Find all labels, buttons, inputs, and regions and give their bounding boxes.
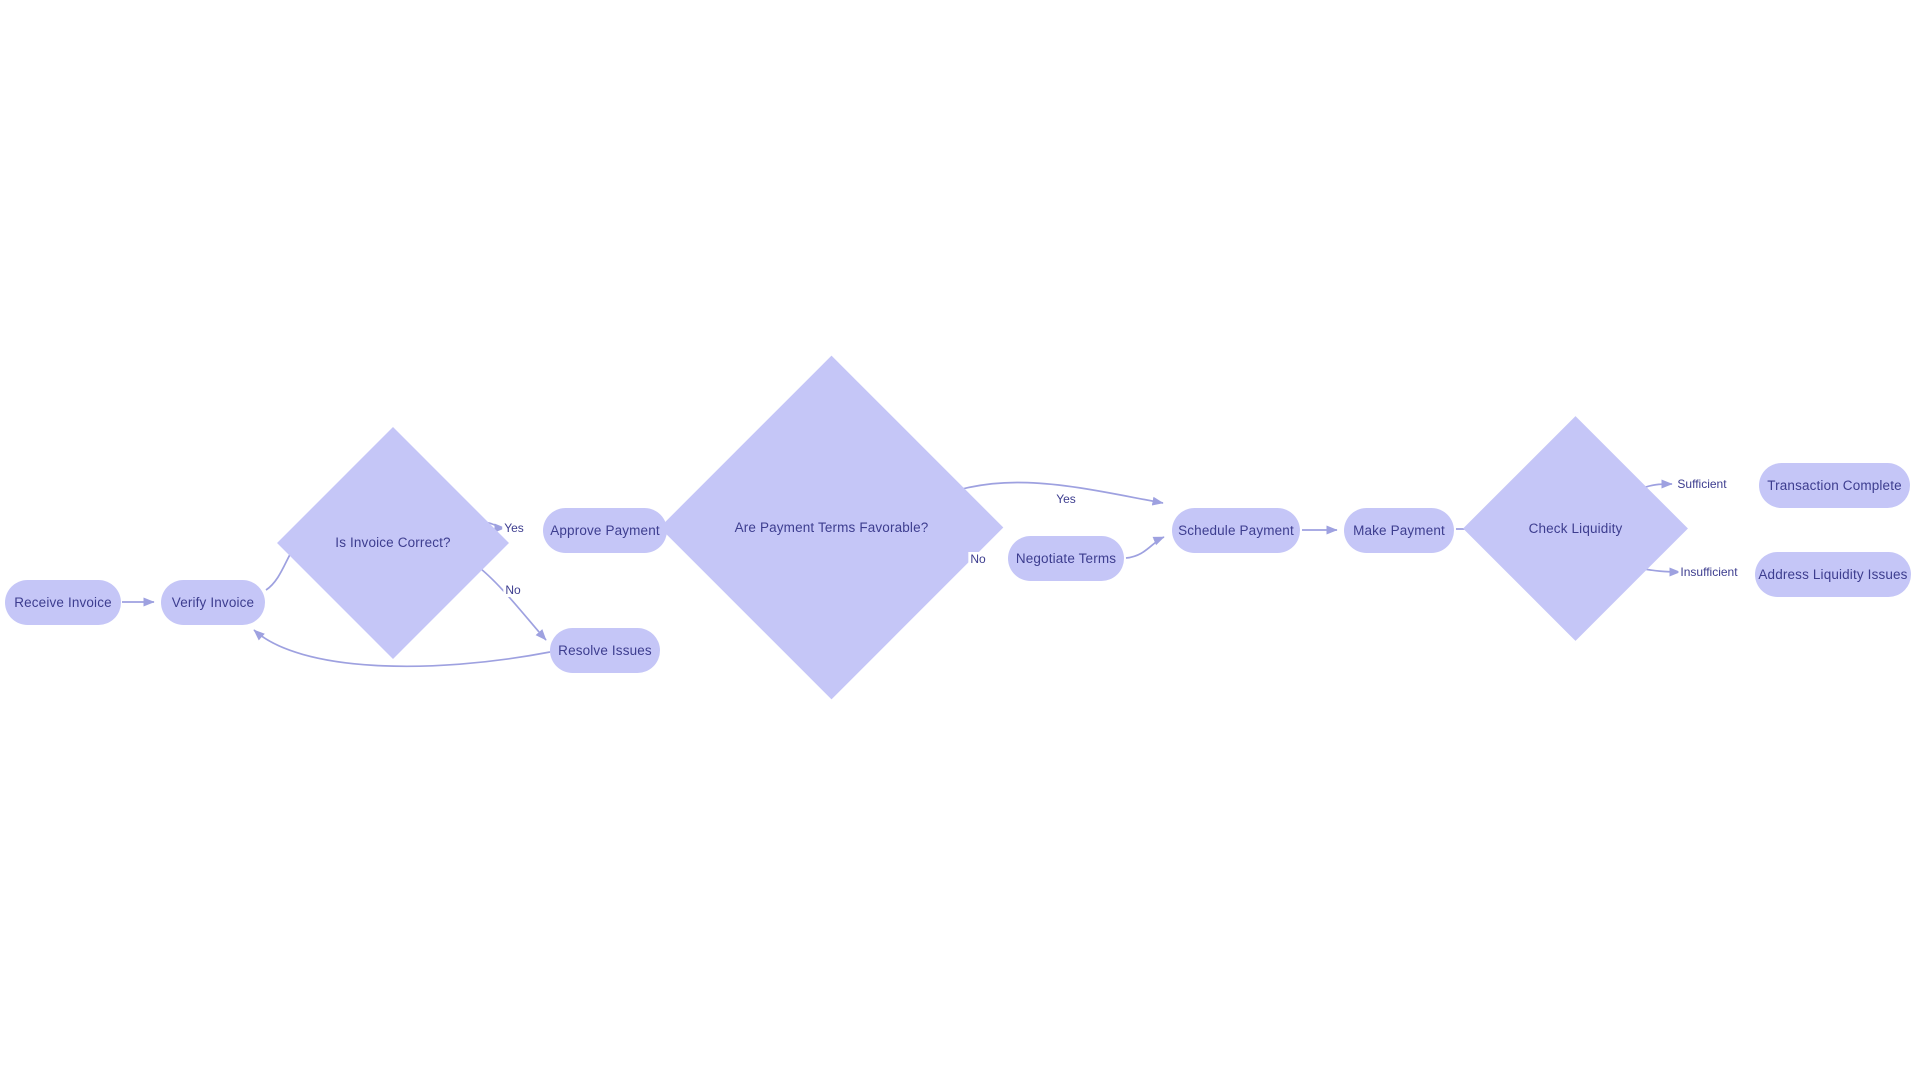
node-make-payment[interactable]: Make Payment [1344, 508, 1454, 553]
node-resolve-issues[interactable]: Resolve Issues [550, 628, 660, 673]
node-label: Address Liquidity Issues [1758, 566, 1908, 582]
edge-label-sufficient: Sufficient [1675, 477, 1729, 491]
node-approve-payment[interactable]: Approve Payment [543, 508, 667, 553]
node-label: Approve Payment [550, 522, 660, 538]
node-label: Receive Invoice [14, 594, 112, 610]
edge-label-insufficient: Insufficient [1678, 565, 1740, 579]
node-label: Schedule Payment [1178, 522, 1294, 538]
edge-is-invoice-correct-to-resolve [475, 564, 547, 641]
node-schedule-payment[interactable]: Schedule Payment [1172, 508, 1300, 553]
node-label: Transaction Complete [1767, 477, 1902, 493]
node-check-liquidity[interactable]: Check Liquidity [1463, 416, 1688, 641]
diamond-shape [659, 355, 1004, 700]
node-receive-invoice[interactable]: Receive Invoice [5, 580, 121, 625]
node-label: Make Payment [1353, 522, 1445, 538]
node-verify-invoice[interactable]: Verify Invoice [161, 580, 265, 625]
node-are-payment-terms-favorable[interactable]: Are Payment Terms Favorable? [659, 355, 1004, 700]
diamond-shape [1463, 416, 1688, 641]
node-is-invoice-correct[interactable]: Is Invoice Correct? [277, 427, 509, 659]
node-negotiate-terms[interactable]: Negotiate Terms [1008, 536, 1124, 581]
edge-negotiate-to-schedule [1125, 536, 1165, 559]
node-label: Verify Invoice [171, 594, 255, 610]
flowchart-canvas: Receive Invoice Verify Invoice Is Invoic… [0, 0, 1920, 1080]
edge-label-no-invoice-correct: No [503, 583, 523, 597]
node-address-liquidity-issues[interactable]: Address Liquidity Issues [1755, 552, 1911, 597]
node-transaction-complete[interactable]: Transaction Complete [1759, 463, 1910, 508]
edge-label-no-terms-favorable: No [968, 552, 988, 566]
edge-label-yes-terms-favorable: Yes [1054, 492, 1078, 506]
edge-label-yes-invoice-correct: Yes [502, 521, 526, 535]
diamond-shape [277, 427, 509, 659]
node-label: Resolve Issues [558, 642, 652, 658]
node-label: Negotiate Terms [1015, 550, 1117, 566]
